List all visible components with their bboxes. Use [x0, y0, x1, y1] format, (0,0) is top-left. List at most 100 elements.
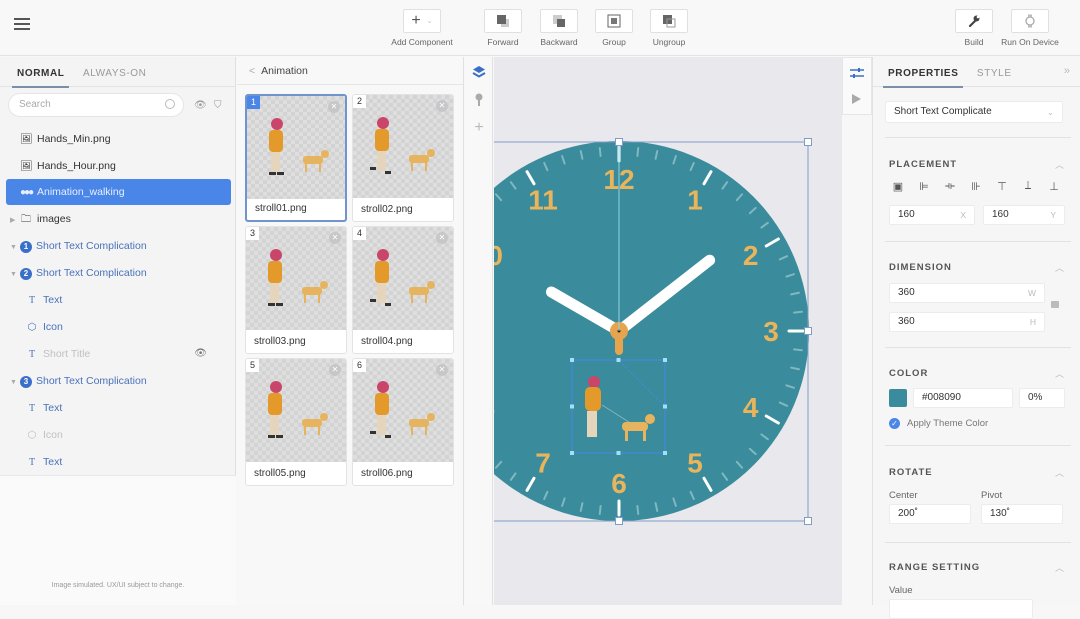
add-icon[interactable]: +	[472, 120, 486, 136]
layer-item-text[interactable]: T Text	[6, 396, 231, 420]
remove-frame-icon[interactable]: ✕	[436, 364, 448, 376]
build-button[interactable]: Build	[954, 9, 994, 47]
dial-numeral: 1	[687, 184, 703, 215]
visibility-toggle-icon[interactable]: 👁︎	[194, 100, 207, 111]
play-icon[interactable]	[852, 94, 861, 104]
remove-frame-icon[interactable]: ✕	[329, 232, 341, 244]
layer-item-text[interactable]: T Text	[6, 288, 231, 312]
expand-caret-icon[interactable]: ▶	[10, 209, 20, 233]
collapse-rotate-icon[interactable]: ︿	[1055, 466, 1064, 479]
walker-coat	[585, 387, 601, 411]
search-input[interactable]: Search	[8, 93, 184, 117]
color-opacity-input[interactable]: 0%	[1019, 388, 1065, 408]
add-component-button[interactable]: + ⌄ Add Component	[388, 9, 456, 47]
collapse-placement-icon[interactable]: ︿	[1055, 158, 1064, 171]
hamburger-menu-icon[interactable]	[14, 18, 30, 32]
tab-always-on[interactable]: ALWAYS-ON	[78, 57, 152, 86]
align-bottom-icon[interactable]: ⊥	[1047, 180, 1061, 194]
bring-forward-icon	[484, 9, 522, 33]
collapse-panel-icon[interactable]: »	[1064, 65, 1070, 77]
watch-face-canvas[interactable]: 121234567891011	[494, 57, 842, 605]
color-hex-input[interactable]: #008090	[913, 388, 1013, 408]
text-icon: T	[28, 349, 36, 360]
collapse-caret-icon[interactable]: ▼	[10, 236, 20, 260]
group-button[interactable]: Group	[594, 9, 634, 47]
component-select[interactable]: Short Text Complicate ⌄	[885, 101, 1063, 123]
animation-frame[interactable]: 5 ✕ stroll05.png	[245, 358, 347, 486]
layer-item-icon[interactable]: ⬡ Icon	[6, 423, 231, 447]
height-input[interactable]: 360 H	[889, 312, 1045, 332]
animation-frame[interactable]: 1 ✕ stroll01.png	[245, 94, 347, 222]
frame-filename: stroll01.png	[255, 203, 307, 214]
tab-normal[interactable]: NORMAL	[12, 57, 70, 88]
apply-theme-checkbox[interactable]: ✓	[889, 418, 900, 429]
layers-icon[interactable]	[472, 65, 486, 79]
backward-button[interactable]: Backward	[539, 9, 579, 47]
watch-face[interactable]: 121234567891011	[494, 57, 842, 605]
range-value-input[interactable]	[889, 599, 1033, 619]
hexagon-icon: ⬡	[27, 322, 37, 333]
layer-item-hands-min[interactable]: 🖼︎ Hands_Min.png	[6, 127, 231, 151]
dimension-title: DIMENSION	[889, 262, 952, 273]
dial-numeral: 4	[743, 392, 759, 423]
center-angle-input[interactable]: 200˚	[889, 504, 971, 524]
collapse-range-icon[interactable]: ︿	[1055, 561, 1064, 574]
remove-frame-icon[interactable]: ✕	[328, 101, 340, 113]
collapse-dimension-icon[interactable]: ︿	[1055, 261, 1064, 274]
placement-title: PLACEMENT	[889, 159, 958, 170]
animation-frame[interactable]: 2 ✕ stroll02.png	[352, 94, 454, 222]
layer-item-text[interactable]: T Text	[6, 450, 231, 474]
lock-toggle-icon[interactable]: ⛉	[214, 100, 222, 111]
resize-handle	[804, 327, 812, 335]
layer-item-short-title[interactable]: T Short Title 👁︎	[6, 342, 231, 366]
search-icon	[165, 99, 175, 109]
pivot-angle-input[interactable]: 130˚	[981, 504, 1063, 524]
x-input[interactable]: 160 X	[889, 205, 975, 225]
align-center-frame-icon[interactable]: ▣	[891, 180, 905, 194]
right-side-strip	[842, 57, 872, 115]
layer-item-complication-3[interactable]: ▼ 3 Short Text Complication	[6, 369, 231, 393]
pin-icon[interactable]	[472, 93, 486, 107]
tab-style[interactable]: STYLE	[972, 57, 1017, 86]
align-right-icon[interactable]: ⊪	[969, 180, 983, 194]
back-chevron-icon[interactable]: <	[249, 65, 255, 77]
minor-tick	[636, 505, 640, 515]
align-horizontal-center-icon[interactable]: ⟛	[943, 180, 957, 194]
align-vertical-center-icon[interactable]: ⟘	[1021, 180, 1035, 194]
layer-item-animation-walking[interactable]: ●●● Animation_walking	[6, 179, 231, 205]
dial-numeral: 7	[535, 448, 551, 479]
dog-leg	[625, 429, 628, 441]
run-on-device-button[interactable]: Run On Device	[1000, 9, 1060, 47]
group-icon	[595, 9, 633, 33]
y-input[interactable]: 160 Y	[983, 205, 1065, 225]
layer-item-hands-hour[interactable]: 🖼︎ Hands_Hour.png	[6, 154, 231, 178]
forward-button[interactable]: Forward	[483, 9, 523, 47]
sliders-icon[interactable]	[850, 66, 864, 84]
aspect-lock-icon[interactable]	[1051, 301, 1059, 308]
layer-item-images-folder[interactable]: ▶ 🗀 images	[6, 207, 231, 231]
wrench-icon	[955, 9, 993, 33]
layer-item-complication-1[interactable]: ▼ 1 Short Text Complication	[6, 234, 231, 258]
color-swatch[interactable]	[889, 389, 907, 407]
align-left-icon[interactable]: ⊫	[917, 180, 931, 194]
hexagon-icon: ⬡	[27, 430, 37, 441]
frame-number: 3	[246, 227, 259, 240]
hidden-eye-icon[interactable]: 👁︎	[194, 342, 207, 366]
remove-frame-icon[interactable]: ✕	[329, 364, 341, 376]
remove-frame-icon[interactable]: ✕	[436, 232, 448, 244]
width-input[interactable]: 360 W	[889, 283, 1045, 303]
animation-frame[interactable]: 4 ✕ stroll04.png	[352, 226, 454, 354]
collapse-color-icon[interactable]: ︿	[1055, 367, 1064, 380]
frame-number: 2	[353, 95, 366, 108]
ungroup-button[interactable]: Ungroup	[649, 9, 689, 47]
animation-frame[interactable]: 3 ✕ stroll03.png	[245, 226, 347, 354]
tab-properties[interactable]: PROPERTIES	[883, 57, 964, 88]
animation-frame[interactable]: 6 ✕ stroll06.png	[352, 358, 454, 486]
align-top-icon[interactable]: ⊤	[995, 180, 1009, 194]
layer-item-icon[interactable]: ⬡ Icon	[6, 315, 231, 339]
collapse-caret-icon[interactable]: ▼	[10, 371, 20, 395]
collapse-caret-icon[interactable]: ▼	[10, 263, 20, 287]
layers-panel: NORMAL ALWAYS-ON Search 👁︎ ⛉ 🖼︎ Hands_Min…	[0, 57, 236, 605]
remove-frame-icon[interactable]: ✕	[436, 100, 448, 112]
layer-item-complication-2[interactable]: ▼ 2 Short Text Complication	[6, 261, 231, 285]
